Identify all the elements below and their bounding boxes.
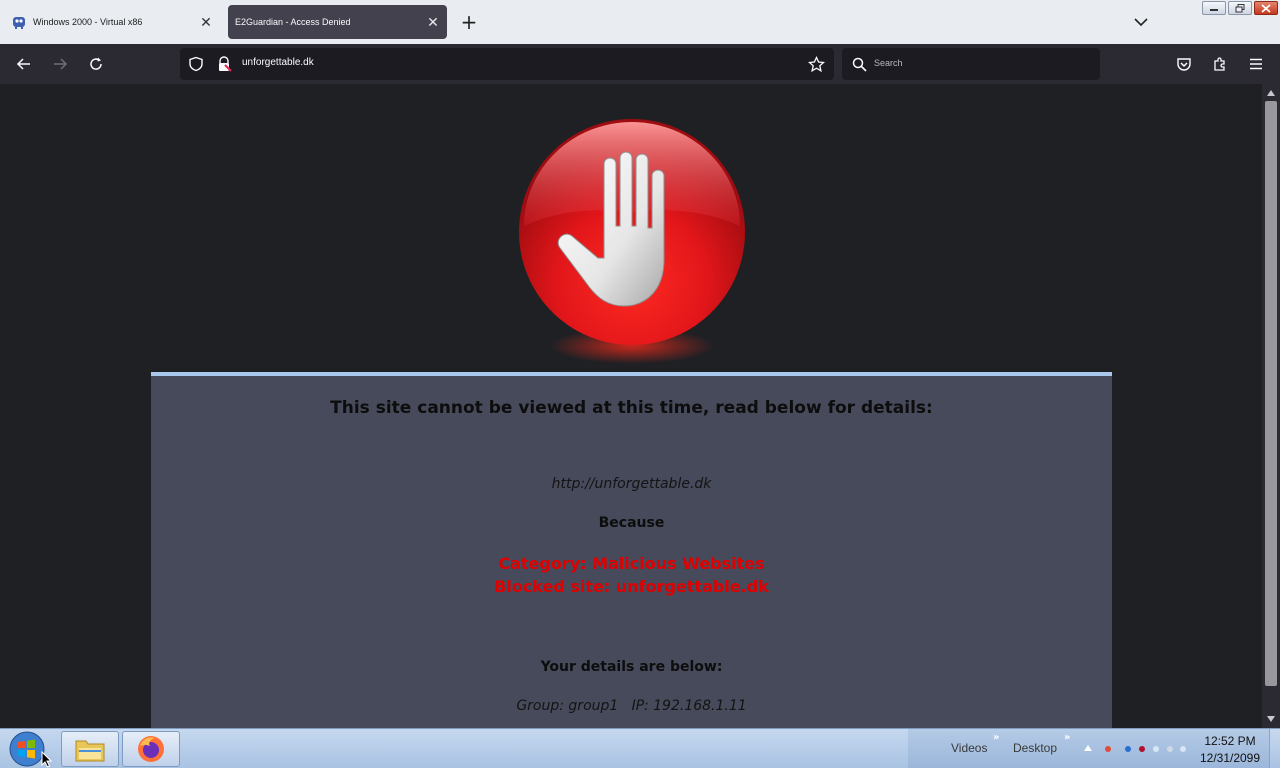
restore-icon <box>1235 3 1245 12</box>
search-placeholder: Search <box>874 58 903 68</box>
chevron-down-icon <box>1134 18 1148 27</box>
details-heading: Your details are below: <box>540 659 723 675</box>
extensions-button[interactable] <box>1208 52 1232 76</box>
minimize-icon <box>1210 9 1218 11</box>
user-details: Group: group1 IP: 192.168.1.11 <box>516 698 747 714</box>
taskbar-firefox[interactable] <box>122 731 180 767</box>
navigation-toolbar: unforgettable.dk Search <box>0 44 1280 84</box>
close-tab-icon[interactable]: ✕ <box>196 12 216 32</box>
tab-title: E2Guardian - Access Denied <box>235 17 351 27</box>
close-icon <box>1261 3 1271 13</box>
clock-time[interactable]: 12:52 PM <box>1199 734 1261 748</box>
triangle-up-icon <box>1267 90 1275 96</box>
tab-title: Windows 2000 - Virtual x86 <box>33 17 143 27</box>
blocked-url: http://unforgettable.dk <box>551 476 712 492</box>
tab-e2guardian[interactable]: E2Guardian - Access Denied ✕ <box>228 5 447 39</box>
shield-icon[interactable] <box>188 56 204 72</box>
close-window-button[interactable] <box>1254 1 1278 15</box>
because-label: Because <box>598 515 665 531</box>
virtual-x86-favicon-icon <box>13 17 25 29</box>
taskbar-file-explorer[interactable] <box>61 731 119 767</box>
app-menu-button[interactable] <box>1244 52 1268 76</box>
back-button[interactable] <box>12 52 36 76</box>
lock-warning-icon[interactable] <box>216 56 232 72</box>
toolbar-videos-chevron[interactable]: » <box>993 732 999 743</box>
bookmark-star-icon[interactable] <box>808 56 825 73</box>
pocket-button[interactable] <box>1172 52 1196 76</box>
arrow-right-icon <box>54 58 68 70</box>
arrow-left-icon <box>16 58 30 70</box>
address-bar[interactable]: unforgettable.dk <box>180 48 834 80</box>
vertical-scrollbar[interactable] <box>1262 84 1280 728</box>
list-all-tabs-button[interactable] <box>1130 11 1152 33</box>
mouse-cursor-icon <box>41 751 52 768</box>
scroll-up-button[interactable] <box>1266 88 1276 98</box>
tray-power-icon[interactable] <box>1180 746 1186 752</box>
close-tab-icon[interactable]: ✕ <box>423 12 443 32</box>
hamburger-menu-icon <box>1250 58 1262 70</box>
page-heading: This site cannot be viewed at this time,… <box>330 398 933 418</box>
page-content: This site cannot be viewed at this time,… <box>0 84 1262 728</box>
screen: Windows 2000 - Virtual x86 ✕ E2Guardian … <box>0 0 1280 768</box>
pocket-icon <box>1177 58 1191 71</box>
access-denied-panel: This site cannot be viewed at this time,… <box>151 372 1112 728</box>
show-hidden-icons-icon[interactable] <box>1084 745 1092 751</box>
toolbar-desktop-chevron[interactable]: » <box>1064 732 1070 743</box>
tray-device-icon[interactable] <box>1167 746 1173 752</box>
tray-volume-icon[interactable] <box>1153 746 1159 752</box>
firefox-icon <box>138 736 164 762</box>
taskbar: Videos » Desktop » 12:52 PM 12/31/2099 <box>0 728 1280 768</box>
tray-security-icon[interactable] <box>1139 746 1145 752</box>
folder-icon <box>75 740 105 762</box>
tab-windows-2000[interactable]: Windows 2000 - Virtual x86 ✕ <box>5 5 220 39</box>
tray-network-icon[interactable] <box>1125 746 1131 752</box>
scroll-down-button[interactable] <box>1266 714 1276 724</box>
reload-icon <box>90 57 102 70</box>
show-desktop-button[interactable] <box>1269 729 1280 768</box>
stop-hand-icon <box>519 119 745 364</box>
new-tab-button[interactable]: + <box>458 10 480 34</box>
toolbar-videos[interactable]: Videos <box>951 741 987 755</box>
toolbar-desktop[interactable]: Desktop <box>1013 741 1057 755</box>
url-text: unforgettable.dk <box>242 57 314 68</box>
clock-date[interactable]: 12/31/2099 <box>1197 751 1263 765</box>
forward-button[interactable] <box>48 52 72 76</box>
minimize-button[interactable] <box>1202 1 1226 15</box>
tab-strip: Windows 2000 - Virtual x86 ✕ E2Guardian … <box>0 0 1280 44</box>
search-icon <box>852 57 867 72</box>
search-bar[interactable]: Search <box>842 48 1100 80</box>
puzzle-piece-icon <box>1214 57 1225 71</box>
reason-blocked-site: Blocked site: unforgettable.dk <box>494 577 769 596</box>
restore-button[interactable] <box>1228 1 1252 15</box>
reload-button[interactable] <box>84 52 108 76</box>
scrollbar-thumb[interactable] <box>1265 101 1277 686</box>
reason-category: Category: Malicious Websites <box>498 554 765 573</box>
tray-flag-icon[interactable] <box>1105 746 1111 752</box>
triangle-down-icon <box>1267 716 1275 722</box>
